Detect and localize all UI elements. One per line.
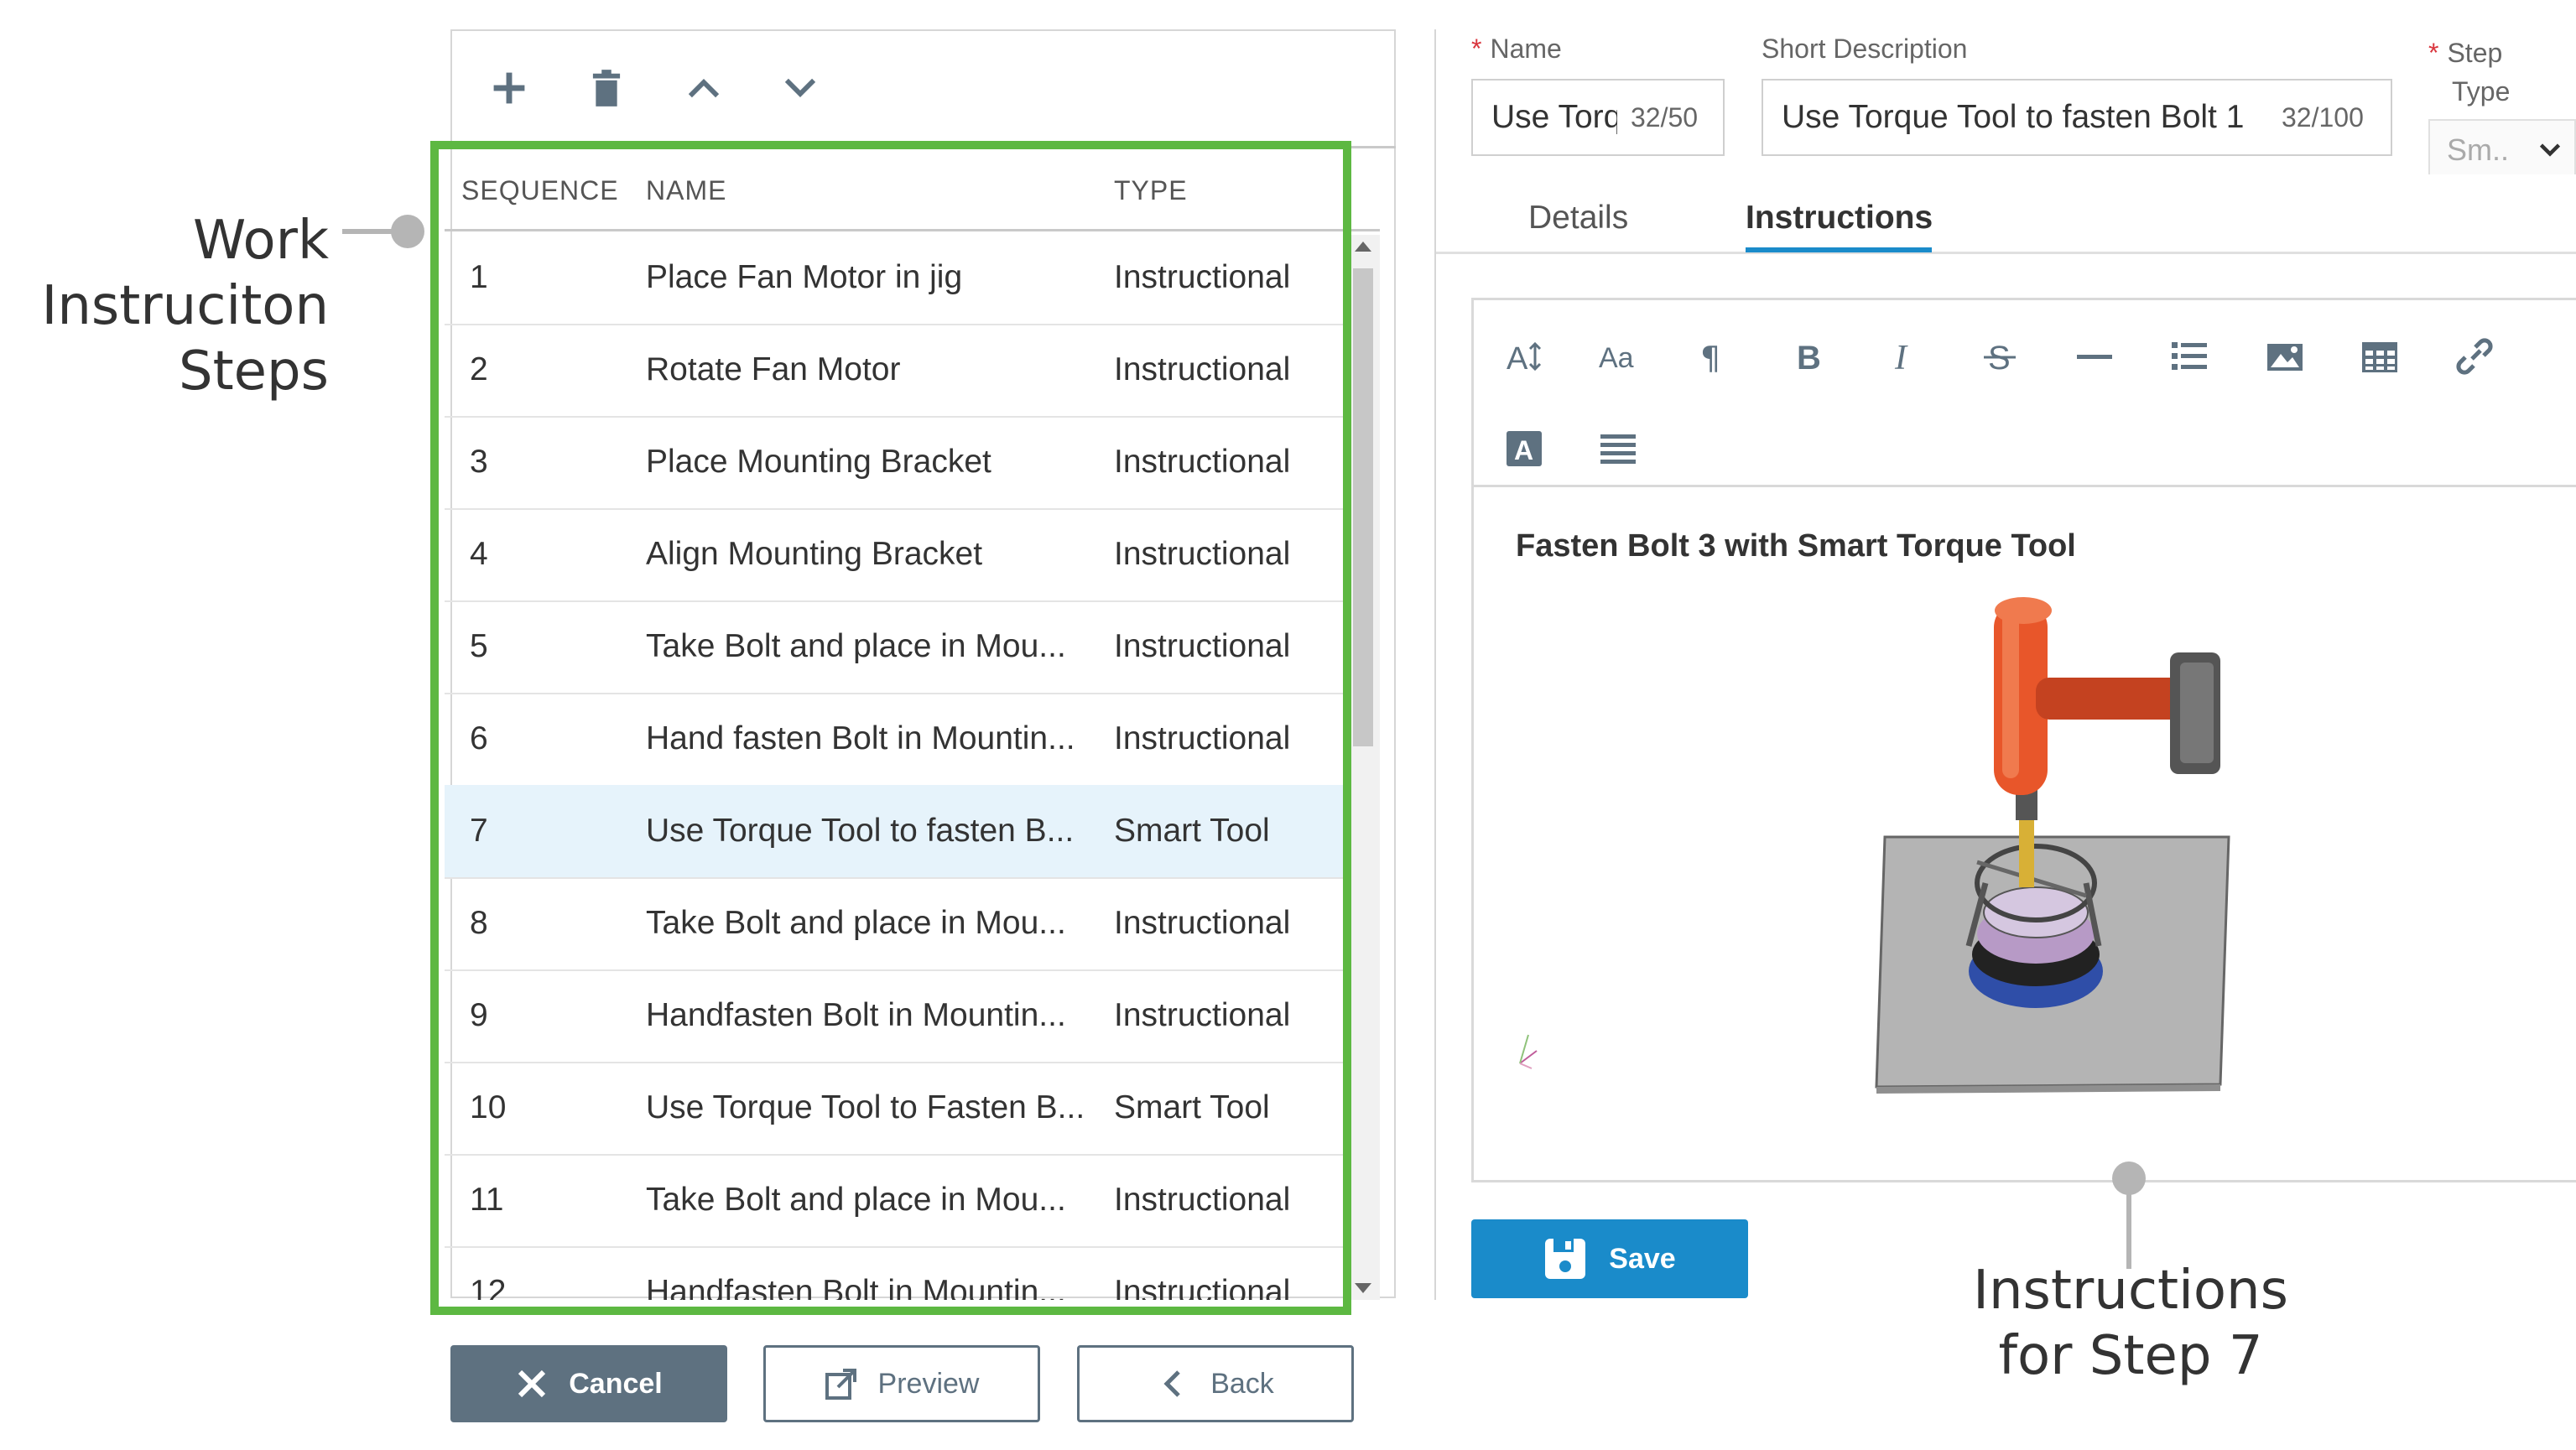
delete-step-button[interactable] xyxy=(579,59,634,117)
bold-button[interactable]: B xyxy=(1780,327,1839,386)
svg-text:B: B xyxy=(1797,340,1821,376)
grid-scrollbar[interactable] xyxy=(1346,235,1380,1300)
callout-line: Instruciton xyxy=(41,275,329,337)
instructions-editor[interactable]: A Aa ¶ B I S A Fasten Bolt 3 with Smart … xyxy=(1471,298,2576,1182)
image-icon xyxy=(2267,344,2303,371)
move-up-button[interactable] xyxy=(676,59,731,117)
back-label: Back xyxy=(1210,1367,1274,1400)
save-icon xyxy=(1545,1239,1586,1279)
svg-text:¶: ¶ xyxy=(1700,340,1720,376)
preview-button[interactable]: Preview xyxy=(763,1345,1040,1422)
tab-instructions[interactable]: Instructions xyxy=(1746,184,1933,252)
name-label-text: Name xyxy=(1490,34,1562,64)
font-size-button[interactable]: A xyxy=(1495,327,1553,386)
italic-icon: I xyxy=(1894,339,1908,376)
scroll-down-icon[interactable] xyxy=(1355,1283,1371,1293)
required-marker: * xyxy=(2428,38,2439,68)
align-icon xyxy=(1600,434,1636,464)
tabs-divider xyxy=(1436,252,2576,254)
table-button[interactable] xyxy=(2350,327,2409,386)
save-label: Save xyxy=(1609,1242,1676,1275)
required-marker: * xyxy=(1471,34,1482,64)
name-counter: 32/50 xyxy=(1631,101,1699,133)
link-button[interactable] xyxy=(2445,327,2504,386)
step-type-label: * Step Type xyxy=(2428,34,2510,111)
move-down-button[interactable] xyxy=(773,59,828,117)
italic-button[interactable]: I xyxy=(1875,327,1933,386)
torque-tool-image xyxy=(1875,597,2230,1094)
callout-instructions-step: Instructions for Step 7 xyxy=(1921,1258,2340,1389)
cancel-label: Cancel xyxy=(569,1367,663,1400)
table-icon xyxy=(2362,342,2397,372)
callout-line: for Step 7 xyxy=(1998,1325,2263,1387)
align-button[interactable] xyxy=(1589,419,1647,478)
strikethrough-icon: S xyxy=(1984,340,2016,376)
callout-dot xyxy=(391,215,424,248)
bold-icon: B xyxy=(1797,340,1821,376)
back-button[interactable]: Back xyxy=(1077,1345,1354,1422)
step-type-select[interactable]: Sm.. xyxy=(2428,119,2576,174)
axis-indicator-icon xyxy=(1519,1034,1538,1069)
callout-connector xyxy=(2126,1178,2131,1269)
cancel-button[interactable]: Cancel xyxy=(450,1345,727,1422)
chevron-up-icon xyxy=(688,79,720,98)
callout-line: Work xyxy=(192,210,329,272)
tab-details[interactable]: Details xyxy=(1528,184,1628,252)
save-button[interactable]: Save xyxy=(1471,1219,1748,1298)
scroll-thumb[interactable] xyxy=(1353,268,1373,746)
chevron-left-icon xyxy=(1163,1370,1180,1397)
close-icon xyxy=(518,1369,546,1398)
short-description-value: Use Torque Tool to fasten Bolt 1 xyxy=(1782,99,2245,135)
horizontal-rule-icon xyxy=(2077,355,2112,359)
trash-icon xyxy=(592,70,621,107)
svg-text:I: I xyxy=(1894,339,1908,376)
external-link-icon xyxy=(825,1369,856,1400)
svg-text:A: A xyxy=(1514,435,1533,465)
link-icon xyxy=(2456,338,2493,375)
svg-text:A: A xyxy=(1507,341,1528,376)
instruction-heading: Fasten Bolt 3 with Smart Torque Tool xyxy=(1516,528,2076,564)
short-description-counter: 32/100 xyxy=(2282,101,2364,133)
preview-label: Preview xyxy=(877,1367,980,1400)
step-type-label-line1: Step xyxy=(2447,38,2503,68)
name-value: Use Torque Tool to fasten Bolt 1 xyxy=(1491,99,1617,135)
font-case-icon: Aa xyxy=(1599,342,1634,374)
paragraph-icon: ¶ xyxy=(1700,340,1720,376)
active-tab-indicator xyxy=(1746,247,1932,252)
toolbar-divider xyxy=(1351,146,1396,148)
font-case-button[interactable]: Aa xyxy=(1589,327,1647,386)
svg-text:Aa: Aa xyxy=(1599,342,1634,374)
paragraph-button[interactable]: ¶ xyxy=(1684,327,1742,386)
scroll-up-icon[interactable] xyxy=(1355,242,1371,252)
strikethrough-button[interactable]: S xyxy=(1970,327,2029,386)
callout-line: Instructions xyxy=(1973,1260,2288,1322)
add-step-button[interactable] xyxy=(481,59,537,117)
font-size-icon: A xyxy=(1507,341,1542,376)
image-button[interactable] xyxy=(2256,327,2314,386)
callout-work-steps: Work Instruciton Steps xyxy=(34,208,329,404)
horizontal-rule-button[interactable] xyxy=(2065,327,2124,386)
name-field[interactable]: Use Torque Tool to fasten Bolt 1 32/50 xyxy=(1471,79,1725,156)
chevron-down-icon xyxy=(784,78,816,97)
chevron-down-icon xyxy=(2539,143,2561,157)
editor-toolbar-divider xyxy=(1474,485,2576,487)
list-icon xyxy=(2172,342,2207,370)
text-color-icon: A xyxy=(1507,431,1542,466)
name-label: * Name xyxy=(1471,34,1562,65)
list-button[interactable] xyxy=(2160,327,2219,386)
callout-line: Steps xyxy=(178,340,329,403)
short-description-label: Short Description xyxy=(1762,34,1968,64)
step-type-value: Sm.. xyxy=(2447,133,2510,167)
plus-icon xyxy=(493,72,525,104)
highlight-frame xyxy=(430,141,1351,1315)
panel-divider xyxy=(1434,29,1436,1300)
step-type-label-line2: Type xyxy=(2452,76,2511,107)
short-description-field[interactable]: Use Torque Tool to fasten Bolt 1 32/100 xyxy=(1762,79,2392,156)
text-color-button[interactable]: A xyxy=(1495,419,1553,478)
